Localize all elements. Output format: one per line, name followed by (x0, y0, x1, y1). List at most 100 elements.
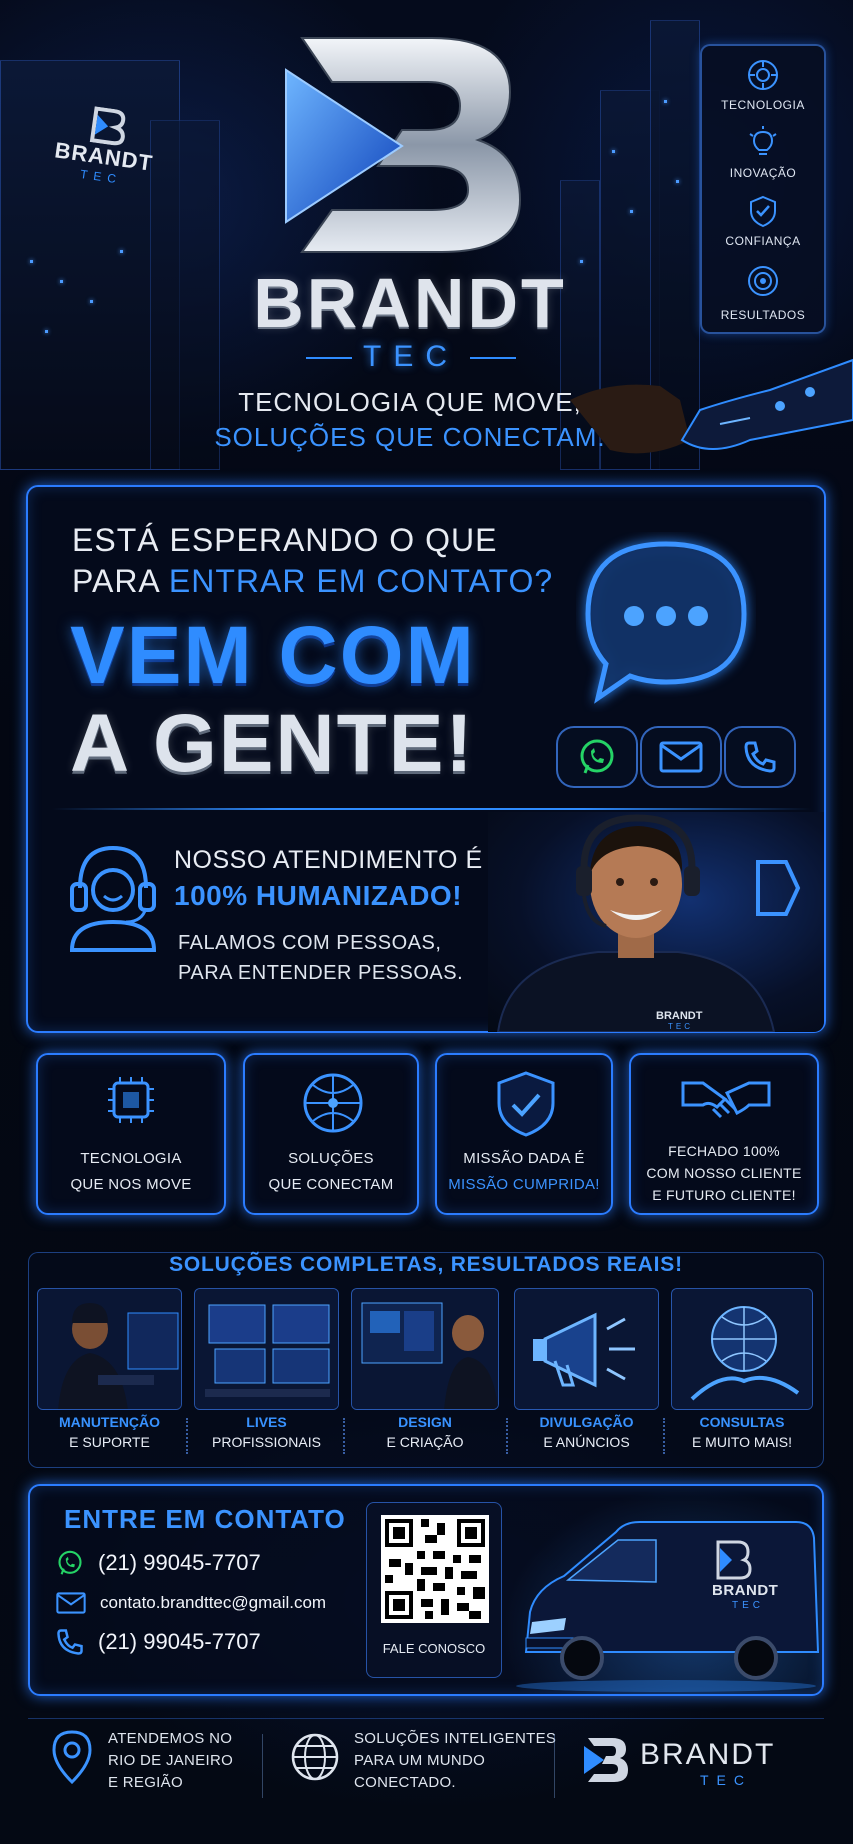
qr-code-label: FALE CONOSCO (382, 1641, 486, 1656)
agent-figure (496, 814, 801, 1032)
shield-check-icon (497, 1071, 555, 1137)
service-title-line1: NOSSO ATENDIMENTO É (174, 846, 483, 874)
footer-top-line (28, 1718, 824, 1719)
target-gear-icon (748, 266, 778, 296)
service-label-line1: DIVULGAÇÃO (539, 1414, 634, 1430)
service-label: DIVULGAÇÃO E ANÚNCIOS (514, 1412, 659, 1452)
brand-logo-icon (584, 1738, 628, 1782)
brand-logo-icon (89, 106, 126, 146)
whatsapp-button[interactable] (556, 726, 638, 788)
phone-button[interactable] (724, 726, 796, 788)
divider (663, 1418, 665, 1454)
hero-line2-white: PARA (72, 563, 169, 599)
service-title-line2: 100% HUMANIZADO! (174, 880, 463, 911)
shirt-brand: BRANDT (656, 1010, 703, 1022)
feature-line2: QUE CONECTAM (268, 1176, 394, 1193)
network-globe-icon (303, 1073, 363, 1133)
service-label-line2: E MUITO MAIS! (691, 1434, 793, 1450)
service-label: DESIGN E CRIAÇÃO (351, 1412, 499, 1452)
feature-line1: FECHADO 100% (668, 1143, 780, 1159)
service-label-line1: MANUTENÇÃO (58, 1414, 161, 1430)
contact-whatsapp[interactable]: (21) 99045-7707 (56, 1547, 261, 1579)
contact-email-address: contato.brandttec@gmail.com (100, 1593, 327, 1612)
service-image-consulting (671, 1288, 813, 1410)
service-label: CONSULTAS E MUITO MAIS! (671, 1412, 813, 1452)
feature-line1: MISSÃO DADA É (463, 1150, 585, 1167)
email-button[interactable] (640, 726, 722, 788)
divider (506, 1418, 508, 1454)
feature-line1: SOLUÇÕES (288, 1150, 374, 1167)
handshake-icon (681, 1081, 771, 1119)
globe-icon (291, 1733, 339, 1781)
streaming-setup-illustration (195, 1289, 338, 1409)
hero-divider (52, 808, 812, 810)
contact-whatsapp-number: (21) 99045-7707 (98, 1550, 261, 1575)
contact-phone-number: (21) 99045-7707 (98, 1629, 261, 1654)
service-label: MANUTENÇÃO E SUPORTE (37, 1412, 182, 1452)
lightbulb-icon (749, 126, 777, 155)
hero-line2: PARA ENTRAR EM CONTATO? (72, 563, 553, 600)
envelope-icon (56, 1592, 86, 1614)
footer-web-line3: CONECTADO. (354, 1774, 456, 1791)
globe-hand-icon (672, 1289, 812, 1409)
footer-web: SOLUÇÕES INTELIGENTES PARA UM MUNDO CONE… (354, 1728, 556, 1794)
van-sub: TEC (732, 1600, 764, 1611)
service-label-line2: E SUPORTE (69, 1434, 150, 1450)
gear-circuit-icon (748, 60, 778, 90)
contact-email[interactable]: contato.brandttec@gmail.com (56, 1587, 326, 1619)
footer-web-line1: SOLUÇÕES INTELIGENTES (354, 1730, 557, 1747)
location-pin-icon (52, 1730, 92, 1784)
service-sub-line1: FALAMOS COM PESSOAS, (178, 932, 442, 954)
service-image-marketing (514, 1288, 659, 1410)
footer-location-line1: ATENDEMOS NO (108, 1730, 233, 1747)
solutions-title: SOLUÇÕES COMPLETAS, RESULTADOS REAIS! (169, 1253, 683, 1276)
service-label: LIVES PROFISSIONAIS (194, 1412, 339, 1452)
brand-logo-icon (285, 37, 522, 253)
qr-code (381, 1515, 489, 1623)
service-label-line2: PROFISSIONAIS (212, 1434, 321, 1450)
footer-web-line2: PARA UM MUNDO (354, 1752, 486, 1769)
hero-big-line2: A GENTE! (70, 698, 475, 789)
handshake-illustration (570, 358, 853, 454)
feature-line1: TECNOLOGIA (80, 1150, 182, 1167)
service-sub-line2: PARA ENTENDER PESSOAS. (178, 962, 464, 984)
brand-sub-line-left (306, 357, 352, 359)
side-item-label: INOVAÇÃO (729, 166, 797, 180)
service-image-design (351, 1288, 499, 1410)
feature-card: MISSÃO DADA É MISSÃO CUMPRIDA! (435, 1053, 613, 1215)
service-label-line2: E CRIAÇÃO (386, 1434, 464, 1450)
service-label-line1: CONSULTAS (699, 1414, 785, 1430)
footer-location-line3: E REGIÃO (108, 1774, 183, 1791)
support-agent-icon (69, 845, 157, 952)
feature-card: TECNOLOGIA QUE NOS MOVE (36, 1053, 226, 1215)
contact-phone[interactable]: (21) 99045-7707 (56, 1626, 261, 1658)
footer-brand-sub: TEC (700, 1772, 752, 1788)
service-label-line1: LIVES (246, 1414, 287, 1430)
poster: BRANDT TEC BRANDT TEC TECNOLOGIA QUE MOV… (0, 0, 853, 1844)
designer-illustration (352, 1289, 498, 1409)
qr-code-card[interactable]: FALE CONOSCO (366, 1502, 502, 1678)
feature-card: FECHADO 100% COM NOSSO CLIENTE E FUTURO … (629, 1053, 819, 1215)
brand-sub: TEC (363, 340, 459, 373)
values-side-panel: TECNOLOGIA INOVAÇÃO CONFIANÇA RESULTADOS (700, 44, 826, 334)
service-image-lives (194, 1288, 339, 1410)
footer-divider (262, 1734, 263, 1798)
shield-check-icon (750, 195, 776, 228)
technician-illustration (38, 1289, 181, 1409)
service-label-line1: DESIGN (398, 1414, 452, 1430)
shirt-sub: TEC (668, 1022, 693, 1031)
hero-line2-blue: ENTRAR EM CONTATO? (168, 563, 554, 599)
agent-photo: BRANDT TEC (488, 812, 824, 1032)
building-sign: BRANDT TEC (31, 99, 175, 226)
envelope-icon (659, 741, 703, 773)
footer-divider (554, 1734, 555, 1798)
service-label-line2: E ANÚNCIOS (543, 1434, 630, 1450)
van-brand: BRANDT (712, 1582, 779, 1599)
chat-bubble-icon (585, 541, 747, 704)
feature-line2: MISSÃO CUMPRIDA! (448, 1176, 600, 1193)
hero-line1: ESTÁ ESPERANDO O QUE (72, 522, 498, 558)
side-item-label: CONFIANÇA (725, 234, 801, 248)
feature-line3: E FUTURO CLIENTE! (652, 1187, 796, 1203)
service-image-maintenance (37, 1288, 182, 1410)
whatsapp-icon (580, 739, 614, 774)
